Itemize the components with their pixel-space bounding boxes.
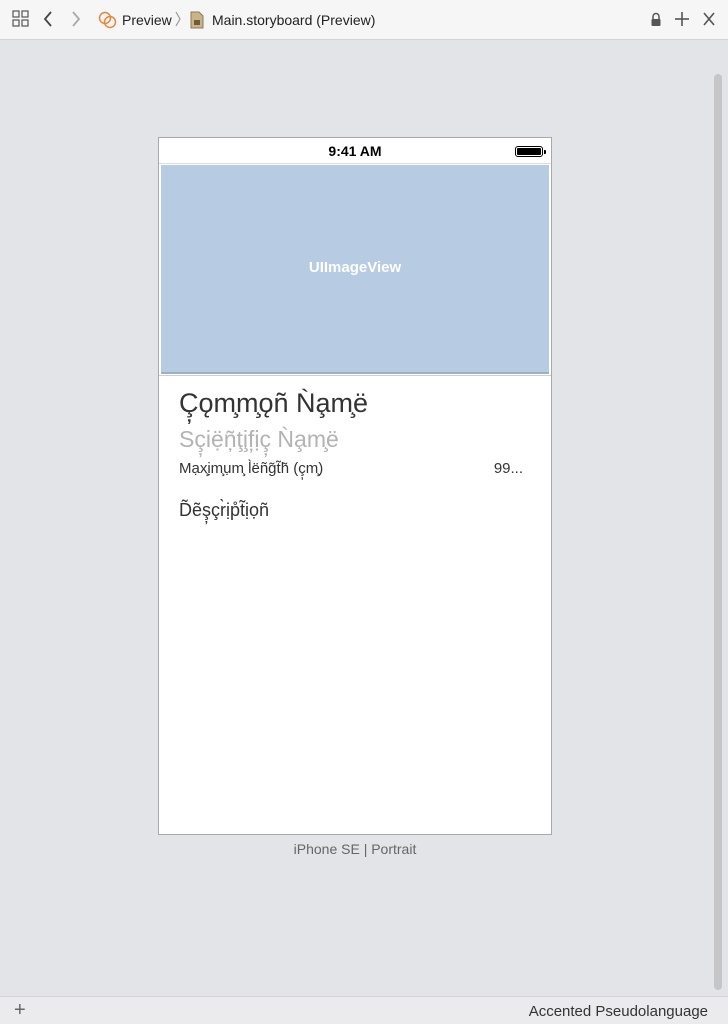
breadcrumb-separator-icon — [174, 10, 182, 34]
forward-chevron-icon[interactable] — [70, 10, 82, 34]
add-device-icon[interactable]: + — [14, 999, 26, 1021]
description-label: D̃ẽş̦çr̀ịp̊t̃ịọñ — [179, 500, 270, 520]
related-items-grid-icon[interactable] — [12, 10, 30, 34]
common-name-label: Ç̦ǫm̧m̧ǫñ Ǹa̧m̧ë — [179, 388, 369, 418]
scientific-name-label: Sç̦iẹ̈ņ̃ţi̧f̦ịç̦ Ǹa̧m̧ë — [179, 426, 339, 452]
preview-rings-icon — [98, 11, 118, 35]
image-view-label: UIImageView — [308, 259, 402, 276]
add-icon[interactable] — [674, 10, 690, 34]
divider — [159, 375, 551, 376]
bottom-bar: + Accented Pseudolanguage — [0, 996, 728, 1024]
editor-toolbar: Preview Main.storyboard (Preview) — [0, 0, 728, 40]
storyboard-file-icon — [189, 11, 205, 35]
back-chevron-icon[interactable] — [42, 10, 54, 34]
device-preview-frame: 9:41 AM UIImageView Ç̦ǫm̧m̧ǫñ Ǹa̧m̧ë Sç̦… — [158, 137, 552, 835]
status-time: 9:41 AM — [328, 143, 382, 159]
vertical-scrollbar[interactable] — [714, 74, 722, 990]
max-length-label: Mạx̧ịm̧ụm̧ l̀ëñg̃t̃h̃ (ç̦m̧) — [179, 460, 324, 477]
device-orientation-label: iPhone SE | Portrait — [293, 841, 417, 857]
language-selector[interactable]: Accented Pseudolanguage — [529, 1003, 708, 1020]
image-view-placeholder: UIImageView — [161, 165, 549, 374]
max-length-value: 99... — [493, 460, 523, 477]
status-bar: 9:41 AM — [159, 138, 551, 164]
close-icon[interactable] — [702, 10, 716, 34]
lock-icon[interactable] — [650, 12, 662, 34]
battery-icon — [515, 146, 546, 157]
breadcrumb-storyboard[interactable]: Main.storyboard (Preview) — [212, 10, 375, 30]
breadcrumb-preview[interactable]: Preview — [122, 10, 172, 30]
